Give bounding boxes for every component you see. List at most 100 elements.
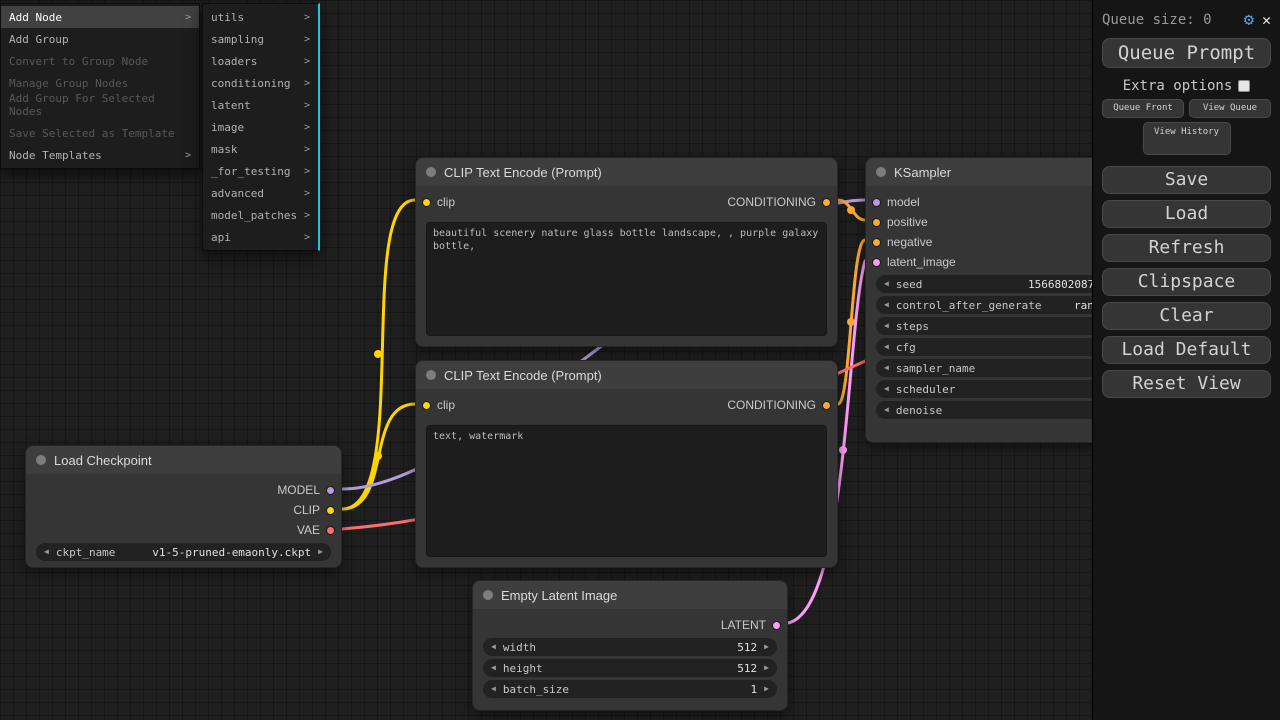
node-empty-latent-image[interactable]: Empty Latent Image LATENT ◀ width 512 ▶ … — [472, 580, 788, 711]
extra-options-label: Extra options — [1123, 78, 1233, 94]
node-collapse-dot[interactable] — [36, 455, 46, 465]
input-slot-clip[interactable] — [422, 198, 431, 207]
view-queue-button[interactable]: View Queue — [1189, 99, 1271, 118]
menu-item-label: sampling — [211, 33, 264, 46]
queue-front-button[interactable]: Queue Front — [1102, 99, 1184, 118]
save-button[interactable]: Save — [1102, 166, 1271, 194]
input-slot-latent-image[interactable] — [872, 258, 881, 267]
decrement-icon[interactable]: ◀ — [884, 406, 889, 414]
submenu-arrow-icon: > — [304, 166, 310, 177]
input-slot-negative[interactable] — [872, 238, 881, 247]
submenu-item-model-patches[interactable]: model_patches > — [203, 204, 318, 226]
output-label-model: MODEL — [277, 483, 320, 497]
node-clip-text-encode-2[interactable]: CLIP Text Encode (Prompt) clip CONDITION… — [415, 360, 838, 568]
clear-button[interactable]: Clear — [1102, 302, 1271, 330]
decrement-icon[interactable]: ◀ — [884, 364, 889, 372]
submenu-item-sampling[interactable]: sampling > — [203, 28, 318, 50]
menu-item-label: loaders — [211, 55, 257, 68]
menu-item-manage-group-nodes: Manage Group Nodes — [1, 72, 199, 94]
load-button[interactable]: Load — [1102, 200, 1271, 228]
decrement-icon[interactable]: ◀ — [491, 664, 496, 672]
output-slot-vae[interactable] — [326, 526, 335, 535]
menu-item-label: image — [211, 121, 244, 134]
node-collapse-dot[interactable] — [483, 590, 493, 600]
output-slot-clip[interactable] — [326, 506, 335, 515]
input-slot-positive[interactable] — [872, 218, 881, 227]
menu-item-node-templates[interactable]: Node Templates > — [1, 144, 199, 166]
menu-item-label: Convert to Group Node — [9, 55, 148, 68]
next-value-icon[interactable]: ▶ — [318, 548, 323, 556]
decrement-icon[interactable]: ◀ — [884, 301, 889, 309]
output-slot-model[interactable] — [326, 486, 335, 495]
node-title: Load Checkpoint — [54, 453, 152, 468]
decrement-icon[interactable]: ◀ — [884, 385, 889, 393]
node-collapse-dot[interactable] — [426, 167, 436, 177]
view-history-button[interactable]: View History — [1143, 122, 1231, 155]
submenu-item-loaders[interactable]: loaders > — [203, 50, 318, 72]
submenu-arrow-icon: > — [304, 210, 310, 221]
increment-icon[interactable]: ▶ — [764, 664, 769, 672]
extra-options-checkbox[interactable] — [1238, 80, 1250, 92]
menu-item-label: utils — [211, 11, 244, 24]
menu-item-save-selected-as-template: Save Selected as Template — [1, 122, 199, 144]
submenu-item-advanced[interactable]: advanced > — [203, 182, 318, 204]
widget-batch-size[interactable]: ◀ batch_size 1 ▶ — [483, 680, 777, 698]
output-label-latent: LATENT — [721, 618, 766, 632]
increment-icon[interactable]: ▶ — [764, 685, 769, 693]
widget-name: height — [503, 662, 543, 675]
decrement-icon[interactable]: ◀ — [491, 685, 496, 693]
submenu-item-latent[interactable]: latent > — [203, 94, 318, 116]
reset-view-button[interactable]: Reset View — [1102, 370, 1271, 398]
widget-value: 512 — [737, 662, 757, 675]
decrement-icon[interactable]: ◀ — [884, 343, 889, 351]
node-collapse-dot[interactable] — [876, 167, 886, 177]
input-slot-clip[interactable] — [422, 401, 431, 410]
widget-width[interactable]: ◀ width 512 ▶ — [483, 638, 777, 656]
increment-icon[interactable]: ▶ — [764, 643, 769, 651]
context-menu: Add Node > Add Group Convert to Group No… — [0, 3, 200, 169]
node-title-bar[interactable]: CLIP Text Encode (Prompt) — [416, 158, 837, 186]
widget-value: 1566802087 — [1028, 278, 1094, 291]
submenu-item-for-testing[interactable]: _for_testing > — [203, 160, 318, 182]
output-slot-latent[interactable] — [772, 621, 781, 630]
load-default-button[interactable]: Load Default — [1102, 336, 1271, 364]
submenu-item-image[interactable]: image > — [203, 116, 318, 138]
output-slot-conditioning[interactable] — [822, 401, 831, 410]
clipspace-button[interactable]: Clipspace — [1102, 268, 1271, 296]
widget-value: 1 — [751, 683, 758, 696]
refresh-button[interactable]: Refresh — [1102, 234, 1271, 262]
input-slot-model[interactable] — [872, 198, 881, 207]
submenu-item-utils[interactable]: utils > — [203, 6, 318, 28]
node-title-bar[interactable]: Load Checkpoint — [26, 446, 341, 474]
node-title-bar[interactable]: CLIP Text Encode (Prompt) — [416, 361, 837, 389]
queue-prompt-button[interactable]: Queue Prompt — [1102, 38, 1271, 68]
output-label-conditioning: CONDITIONING — [727, 195, 816, 209]
add-node-submenu: utils > sampling > loaders > conditionin… — [202, 3, 320, 251]
node-title: Empty Latent Image — [501, 588, 617, 603]
widget-ckpt-name[interactable]: ◀ ckpt_name v1-5-pruned-emaonly.ckpt ▶ — [36, 543, 331, 561]
submenu-item-api[interactable]: api > — [203, 226, 318, 248]
settings-gear-icon[interactable]: ⚙ — [1244, 12, 1254, 29]
decrement-icon[interactable]: ◀ — [491, 643, 496, 651]
widget-height[interactable]: ◀ height 512 ▶ — [483, 659, 777, 677]
menu-item-add-node[interactable]: Add Node > — [1, 6, 199, 28]
node-clip-text-encode-1[interactable]: CLIP Text Encode (Prompt) clip CONDITION… — [415, 157, 838, 347]
submenu-arrow-icon: > — [304, 122, 310, 133]
decrement-icon[interactable]: ◀ — [884, 280, 889, 288]
menu-item-label: Add Group For Selected Nodes — [9, 92, 191, 118]
prompt-textarea[interactable]: text, watermark — [426, 425, 827, 557]
prompt-textarea[interactable]: beautiful scenery nature glass bottle la… — [426, 222, 827, 336]
menu-item-label: mask — [211, 143, 238, 156]
node-title-bar[interactable]: Empty Latent Image — [473, 581, 787, 609]
close-icon[interactable]: ✕ — [1262, 13, 1271, 28]
menu-item-add-group[interactable]: Add Group — [1, 28, 199, 50]
submenu-item-conditioning[interactable]: conditioning > — [203, 72, 318, 94]
input-label-clip: clip — [437, 195, 455, 209]
decrement-icon[interactable]: ◀ — [884, 322, 889, 330]
output-slot-conditioning[interactable] — [822, 198, 831, 207]
queue-size-label: Queue size: 0 — [1102, 12, 1236, 28]
previous-value-icon[interactable]: ◀ — [44, 548, 49, 556]
submenu-item-mask[interactable]: mask > — [203, 138, 318, 160]
node-load-checkpoint[interactable]: Load Checkpoint MODEL CLIP VAE ◀ ckpt_na… — [25, 445, 342, 568]
node-collapse-dot[interactable] — [426, 370, 436, 380]
